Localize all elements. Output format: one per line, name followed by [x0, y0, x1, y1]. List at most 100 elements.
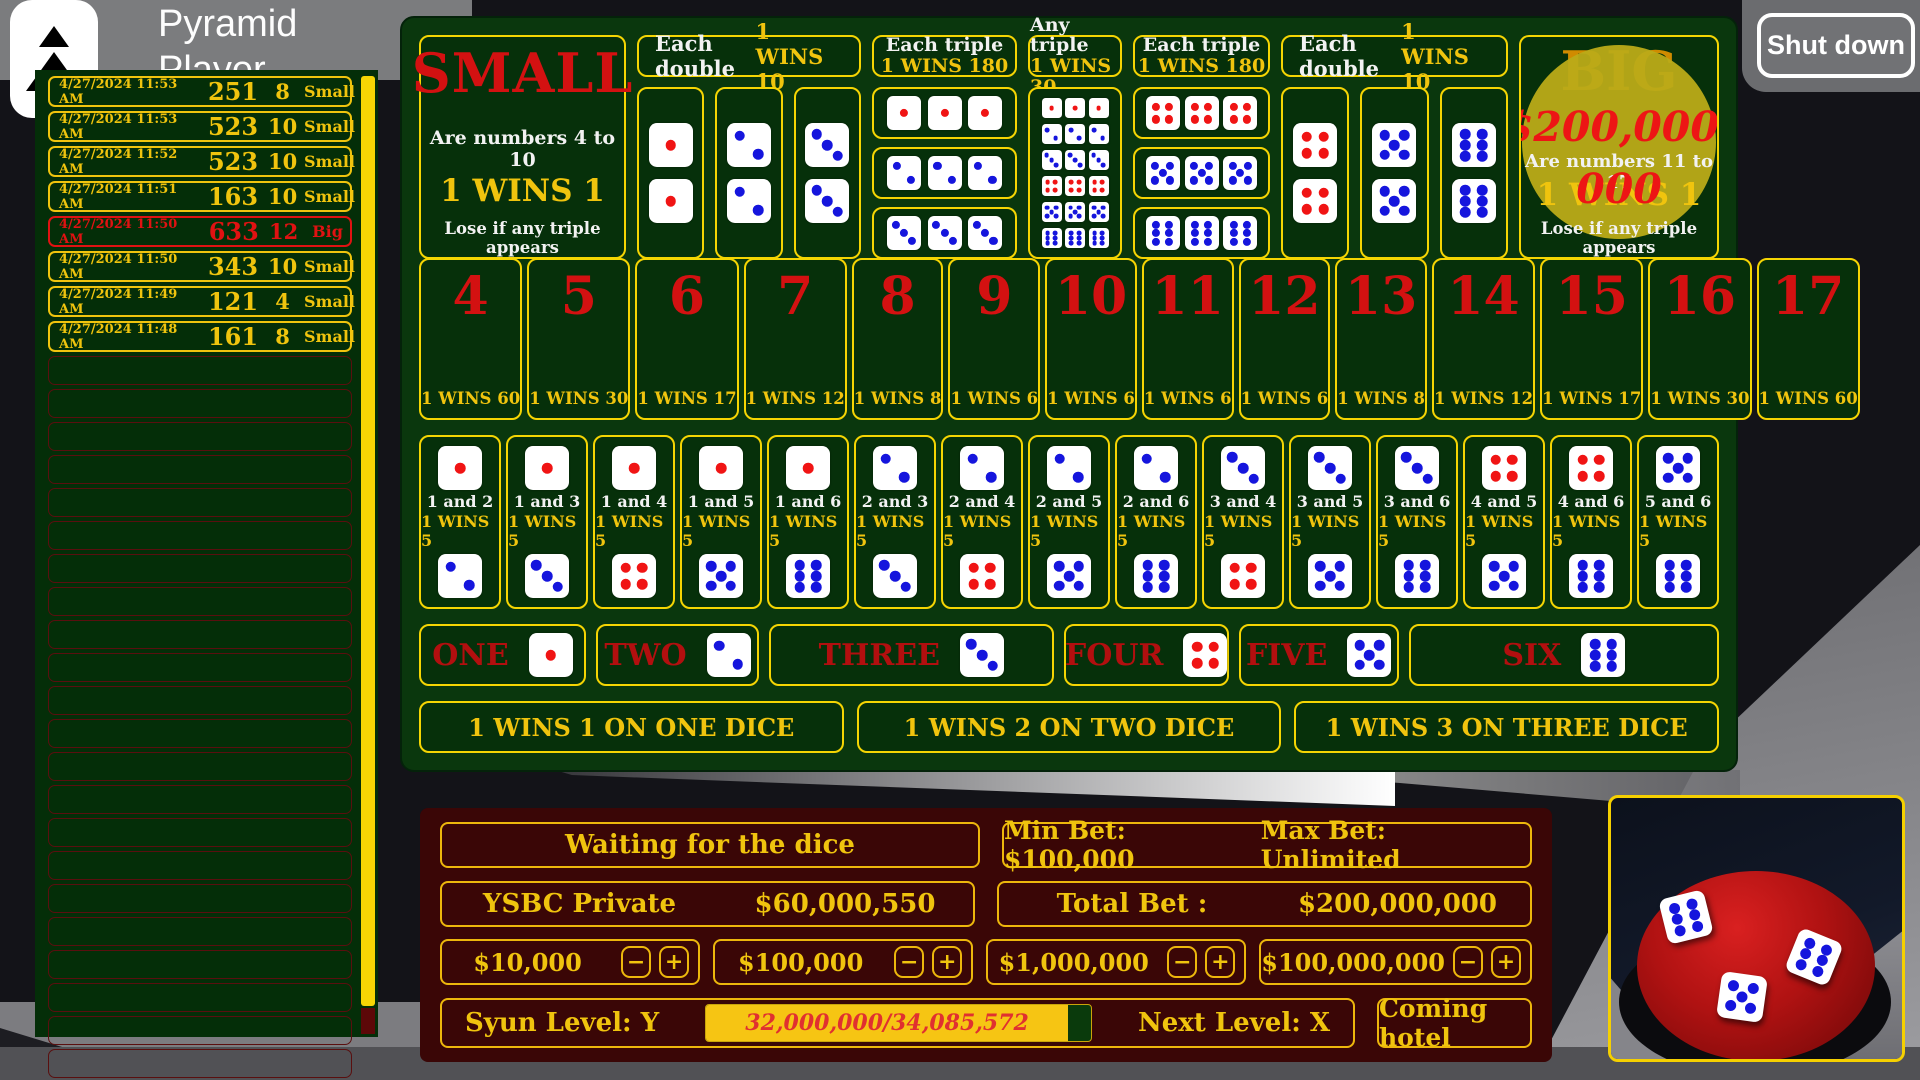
bet-triple-2[interactable] [872, 147, 1017, 199]
bet-combo-1-2[interactable]: 1 and 21 WINS 5 [419, 435, 501, 609]
bet-combo-2-3[interactable]: 2 and 31 WINS 5 [854, 435, 936, 609]
history-dice: 633 [205, 217, 262, 246]
bet-total-12[interactable]: 121 WINS 6 [1239, 258, 1331, 420]
chip-increase-button[interactable]: + [659, 946, 689, 978]
bet-double-1[interactable] [637, 87, 704, 259]
history-row-empty [48, 620, 352, 649]
bet-total-15[interactable]: 151 WINS 17 [1540, 258, 1643, 420]
bet-triple-1[interactable] [872, 87, 1017, 139]
bet-double-2[interactable] [715, 87, 782, 259]
bet-combo-1-3[interactable]: 1 and 31 WINS 5 [506, 435, 588, 609]
history-result: Small [304, 327, 350, 346]
bet-total-6[interactable]: 61 WINS 17 [635, 258, 738, 420]
bet-triple-5[interactable] [1133, 147, 1270, 199]
coming-hotel-button[interactable]: Coming hotel [1377, 998, 1532, 1048]
total-odds: 1 WINS 8 [854, 389, 942, 408]
bet-combo-3-5[interactable]: 3 and 51 WINS 5 [1289, 435, 1371, 609]
payout-note: 1 WINS 1 ON ONE DICE [419, 701, 844, 753]
bet-total-10[interactable]: 101 WINS 6 [1045, 258, 1137, 420]
bet-double-5[interactable] [1360, 87, 1428, 259]
die-2-icon [1047, 446, 1091, 490]
history-panel: 4/27/2024 11:53 AM2518Small4/27/2024 11:… [35, 70, 378, 1037]
bet-combo-5-6[interactable]: 5 and 61 WINS 5 [1637, 435, 1719, 609]
history-scrollbar-thumb[interactable] [361, 1008, 375, 1034]
die-2-icon [438, 554, 482, 598]
bet-total-9[interactable]: 91 WINS 6 [948, 258, 1040, 420]
history-row: 4/27/2024 11:49 AM1214Small [48, 286, 352, 317]
payout-note-label: 1 WINS 3 ON THREE DICE [1326, 713, 1688, 742]
chip-100000[interactable]: $100,000−+ [713, 939, 973, 985]
chip-decrease-button[interactable]: − [1167, 946, 1197, 978]
history-scrollbar[interactable] [361, 76, 375, 1006]
bet-total-13[interactable]: 131 WINS 8 [1335, 258, 1427, 420]
bet-combo-2-4[interactable]: 2 and 41 WINS 5 [941, 435, 1023, 609]
bet-combo-2-5[interactable]: 2 and 51 WINS 5 [1028, 435, 1110, 609]
total-odds: 1 WINS 17 [637, 389, 736, 408]
chip-decrease-button[interactable]: − [1453, 946, 1483, 978]
total-odds: 1 WINS 6 [1047, 389, 1135, 408]
bet-double-3[interactable] [794, 87, 861, 259]
game-window: Pyramid Player Shut down 4/27/2024 11:53… [0, 0, 1920, 1080]
small-odds: 1 WINS 1 [440, 173, 605, 209]
bet-total-7[interactable]: 71 WINS 12 [744, 258, 847, 420]
bet-total-14[interactable]: 141 WINS 12 [1432, 258, 1535, 420]
bet-total-5[interactable]: 51 WINS 30 [527, 258, 630, 420]
bet-small[interactable]: SMALL Are numbers 4 to 10 1 WINS 1 Lose … [419, 35, 626, 259]
chip-100000000[interactable]: $100,000,000−+ [1259, 939, 1532, 985]
bet-combo-4-5[interactable]: 4 and 51 WINS 5 [1463, 435, 1545, 609]
bet-single-two[interactable]: TWO [596, 624, 759, 686]
bet-combo-3-4[interactable]: 3 and 41 WINS 5 [1202, 435, 1284, 609]
bet-single-six[interactable]: SIX [1409, 624, 1719, 686]
history-row: 4/27/2024 11:51 AM16310Small [48, 181, 352, 212]
bet-combo-1-6[interactable]: 1 and 61 WINS 5 [767, 435, 849, 609]
bet-single-five[interactable]: FIVE [1239, 624, 1399, 686]
single-dice-row: ONETWOTHREEFOURFIVESIX [419, 624, 1719, 686]
bet-triple-3[interactable] [872, 207, 1017, 259]
chip-decrease-button[interactable]: − [621, 946, 651, 978]
each-triple-left-spots [872, 87, 1017, 259]
payout-note-label: 1 WINS 1 ON ONE DICE [468, 713, 794, 742]
chip-increase-button[interactable]: + [1205, 946, 1235, 978]
bet-any-triple[interactable] [1028, 87, 1122, 259]
bet-double-6[interactable] [1440, 87, 1508, 259]
history-row: 4/27/2024 11:50 AM63312Big [48, 216, 352, 247]
history-row: 4/27/2024 11:48 AM1618Small [48, 321, 352, 352]
chip-increase-button[interactable]: + [932, 946, 962, 978]
die-5-icon [1482, 554, 1526, 598]
bet-combo-1-4[interactable]: 1 and 41 WINS 5 [593, 435, 675, 609]
history-result: Small [304, 117, 350, 136]
chip-decrease-button[interactable]: − [894, 946, 924, 978]
bet-total-17[interactable]: 171 WINS 60 [1757, 258, 1860, 420]
bet-total-11[interactable]: 111 WINS 6 [1142, 258, 1234, 420]
bet-total-8[interactable]: 81 WINS 8 [852, 258, 944, 420]
combo-odds: 1 WINS 5 [1552, 513, 1630, 550]
history-dice: 343 [205, 252, 261, 281]
bet-combo-2-6[interactable]: 2 and 61 WINS 5 [1115, 435, 1197, 609]
die-6-icon [1042, 228, 1062, 248]
history-dice: 161 [205, 322, 261, 351]
bet-combo-3-6[interactable]: 3 and 61 WINS 5 [1376, 435, 1458, 609]
chip-10000[interactable]: $10,000−+ [440, 939, 700, 985]
history-time: 4/27/2024 11:53 AM [50, 77, 205, 107]
bet-single-four[interactable]: FOUR [1064, 624, 1229, 686]
bet-double-4[interactable] [1281, 87, 1349, 259]
shutdown-button[interactable]: Shut down [1757, 13, 1915, 78]
bet-total-16[interactable]: 161 WINS 30 [1648, 258, 1751, 420]
die-4-icon [1185, 96, 1219, 130]
bet-single-one[interactable]: ONE [419, 624, 586, 686]
bet-big[interactable]: BIG Are numbers 11 to 17 1 WINS 1 Lose i… [1519, 35, 1719, 259]
chip-1000000[interactable]: $1,000,000−+ [986, 939, 1246, 985]
die-3-icon [1221, 446, 1265, 490]
syun-level-label: Syun Level: Y [465, 1008, 659, 1038]
history-row-empty [48, 554, 352, 583]
betting-table: SMALL Are numbers 4 to 10 1 WINS 1 Lose … [400, 16, 1738, 772]
bet-triple-4[interactable] [1133, 87, 1270, 139]
bet-triple-6[interactable] [1133, 207, 1270, 259]
chip-increase-button[interactable]: + [1491, 946, 1521, 978]
bet-single-three[interactable]: THREE [769, 624, 1054, 686]
bet-combo-4-6[interactable]: 4 and 61 WINS 5 [1550, 435, 1632, 609]
combo-label: 3 and 6 [1384, 494, 1451, 510]
bet-total-4[interactable]: 41 WINS 60 [419, 258, 522, 420]
history-row-empty [48, 884, 352, 913]
bet-combo-1-5[interactable]: 1 and 51 WINS 5 [680, 435, 762, 609]
